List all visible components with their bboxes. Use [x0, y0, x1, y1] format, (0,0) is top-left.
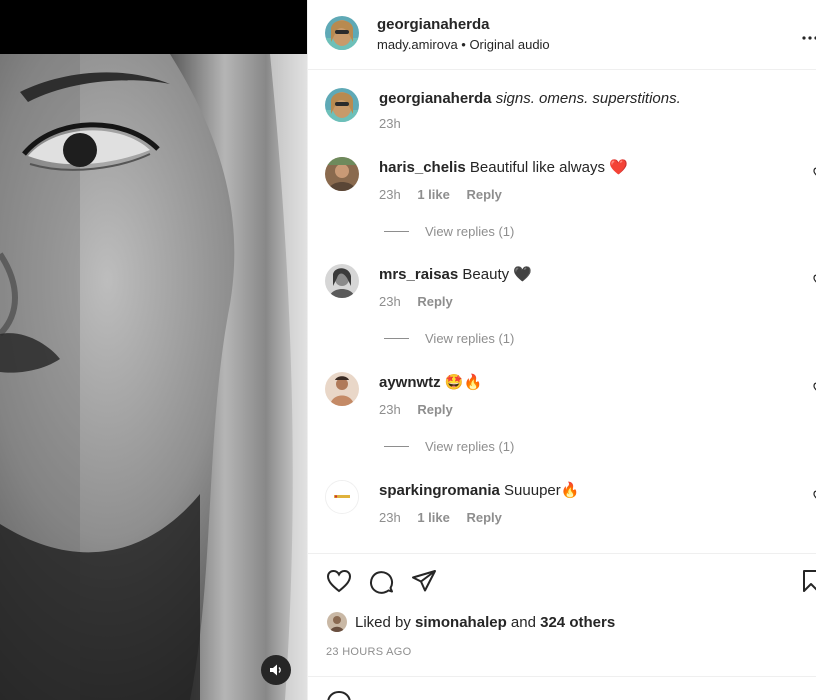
caption-meta: 23h: [379, 116, 414, 131]
liked-by-and: and: [510, 613, 536, 631]
comment-emoji: ❤️: [609, 159, 628, 176]
comment-username[interactable]: aywnwtz: [379, 374, 441, 391]
avatar-image: [325, 372, 359, 406]
add-comment-bar[interactable]: [308, 676, 816, 700]
reply-button[interactable]: Reply: [466, 187, 501, 202]
replies-divider: [384, 446, 409, 447]
post-photo: [0, 54, 307, 700]
liker-avatar[interactable]: [327, 612, 347, 632]
save-bookmark-icon[interactable]: [802, 569, 816, 593]
liked-by-others[interactable]: 324 others: [540, 614, 615, 631]
like-comment-icon[interactable]: [810, 274, 816, 286]
replies-divider: [384, 338, 409, 339]
sound-toggle-button[interactable]: [261, 655, 291, 685]
comment-meta: 23h 1 like Reply: [379, 510, 515, 525]
comment-text: haris_chelis Beautiful like always ❤️: [379, 158, 628, 178]
commenter-avatar[interactable]: [325, 264, 359, 298]
author-avatar[interactable]: [325, 16, 359, 50]
liked-by-prefix: Liked by: [355, 613, 411, 631]
speaker-icon: [270, 664, 281, 676]
view-replies-button[interactable]: View replies (1): [384, 224, 514, 239]
like-comment-icon[interactable]: [810, 167, 816, 179]
avatar-image: [325, 157, 359, 191]
comment-body: Suuuper: [504, 482, 561, 499]
caption-username[interactable]: georgianaherda: [379, 90, 492, 107]
comment-body: Beautiful like always: [469, 159, 605, 176]
avatar-image: [325, 264, 359, 298]
commenter-avatar[interactable]: [325, 480, 359, 514]
avatar-image: [325, 16, 359, 50]
comment-text: sparkingromania Suuuper🔥: [379, 481, 579, 501]
reply-button[interactable]: Reply: [417, 402, 452, 417]
comment-bubble-icon[interactable]: [368, 569, 394, 595]
avatar-image: [325, 88, 359, 122]
comment-likes[interactable]: 1 like: [417, 187, 450, 202]
more-horizontal-icon: [802, 36, 816, 40]
post-header: georgianaherda mady.amirova • Original a…: [308, 0, 816, 70]
post-timestamp[interactable]: 23 HOURS AGO: [326, 646, 412, 658]
like-comment-icon[interactable]: [810, 382, 816, 394]
comment-username[interactable]: sparkingromania: [379, 482, 500, 499]
comment-meta: 23h Reply: [379, 402, 466, 417]
view-replies-label: View replies (1): [425, 439, 515, 454]
emoji-icon[interactable]: [326, 691, 352, 700]
comment-meta: 23h Reply: [379, 294, 466, 309]
media-top-bar: [0, 0, 307, 54]
reply-button[interactable]: Reply: [417, 294, 452, 309]
comment-username[interactable]: haris_chelis: [379, 159, 466, 176]
comment-emoji: 🤩🔥: [444, 374, 483, 391]
comment-emoji: 🔥: [560, 482, 580, 499]
caption-text: georgianaherda signs. omens. superstitio…: [379, 89, 681, 109]
post-media[interactable]: [0, 0, 307, 700]
share-send-icon[interactable]: [411, 569, 437, 593]
comment-time[interactable]: 23h: [379, 187, 401, 202]
comment-username[interactable]: mrs_raisas: [379, 266, 458, 283]
comment-time[interactable]: 23h: [379, 402, 401, 417]
like-heart-icon[interactable]: [326, 569, 352, 593]
post-details-panel: georgianaherda mady.amirova • Original a…: [307, 0, 816, 700]
commenter-avatar[interactable]: [325, 157, 359, 191]
avatar-image: [326, 481, 358, 513]
comment-text: mrs_raisas Beauty 🖤: [379, 265, 532, 285]
like-comment-icon[interactable]: [810, 490, 816, 502]
comment-likes[interactable]: 1 like: [417, 510, 450, 525]
more-options-button[interactable]: [802, 24, 816, 45]
comment-time[interactable]: 23h: [379, 294, 401, 309]
view-replies-button[interactable]: View replies (1): [384, 331, 514, 346]
caption-avatar[interactable]: [325, 88, 359, 122]
author-username[interactable]: georgianaherda: [377, 16, 490, 33]
caption-body: signs. omens. superstitions.: [495, 90, 681, 107]
replies-divider: [384, 231, 409, 232]
view-replies-label: View replies (1): [425, 331, 515, 346]
comment-emoji: 🖤: [513, 266, 532, 283]
reply-button[interactable]: Reply: [466, 510, 501, 525]
audio-subtitle[interactable]: mady.amirova • Original audio: [377, 37, 550, 52]
comment-body: Beauty: [462, 266, 510, 283]
caption-time[interactable]: 23h: [379, 116, 401, 131]
view-replies-button[interactable]: View replies (1): [384, 439, 514, 454]
comment-meta: 23h 1 like Reply: [379, 187, 515, 202]
comment-text: aywnwtz 🤩🔥: [379, 373, 482, 393]
commenter-avatar[interactable]: [325, 372, 359, 406]
view-replies-label: View replies (1): [425, 224, 515, 239]
liked-by-user[interactable]: simonahalep: [415, 614, 507, 631]
likes-summary: Liked by simonahalep and 324 others: [327, 612, 615, 632]
comment-time[interactable]: 23h: [379, 510, 401, 525]
avatar-image: [327, 612, 347, 632]
